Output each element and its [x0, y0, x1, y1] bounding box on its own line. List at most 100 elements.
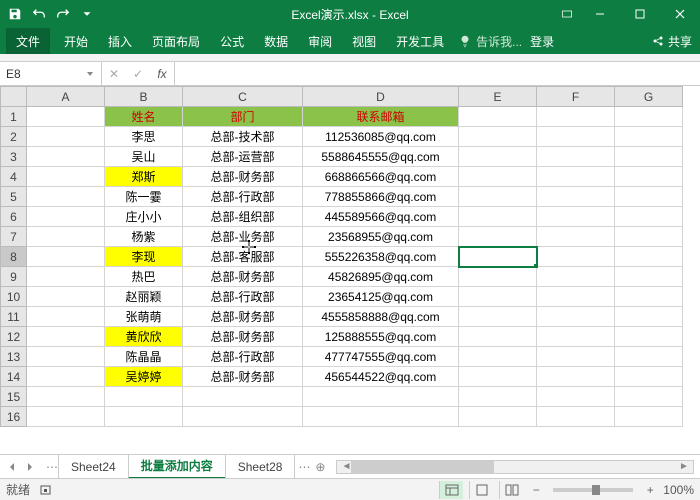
row-header-12[interactable]: 12 [1, 327, 27, 347]
active-cell[interactable] [459, 247, 537, 267]
cell-email[interactable]: 125888555@qq.com [303, 327, 459, 347]
zoom-in-button[interactable]: + [643, 483, 657, 497]
cell-name[interactable]: 杨紫 [105, 227, 183, 247]
view-layout-icon[interactable] [469, 481, 493, 499]
cell-name[interactable]: 庄小小 [105, 207, 183, 227]
fx-icon[interactable]: fx [150, 67, 174, 81]
col-header-B[interactable]: B [105, 87, 183, 107]
horizontal-scrollbar[interactable]: ◄ ► [336, 460, 694, 474]
cell-email[interactable]: 5588645555@qq.com [303, 147, 459, 167]
sheet-more-left[interactable]: ⋯ [46, 460, 58, 474]
ribbon-options-icon[interactable] [554, 0, 580, 28]
maximize-button[interactable] [620, 0, 660, 28]
col-header-G[interactable]: G [615, 87, 683, 107]
tab-3[interactable]: 公式 [210, 28, 254, 54]
sheet-tab-0[interactable]: Sheet24 [58, 455, 129, 479]
row-header-9[interactable]: 9 [1, 267, 27, 287]
undo-icon[interactable] [28, 3, 50, 25]
view-pagebreak-icon[interactable] [499, 481, 523, 499]
zoom-out-button[interactable]: − [529, 483, 543, 497]
cell-dept[interactable]: 总部-财务部 [183, 327, 303, 347]
row-header-11[interactable]: 11 [1, 307, 27, 327]
tab-4[interactable]: 数据 [254, 28, 298, 54]
select-all-corner[interactable] [1, 87, 27, 107]
macro-record-icon[interactable] [40, 483, 54, 497]
cell-email[interactable]: 445589566@qq.com [303, 207, 459, 227]
sheet-tab-1[interactable]: 批量添加内容 [128, 455, 226, 479]
cell-email[interactable] [303, 387, 459, 407]
row-header-16[interactable]: 16 [1, 407, 27, 427]
cell-email[interactable]: 23568955@qq.com [303, 227, 459, 247]
row-header-14[interactable]: 14 [1, 367, 27, 387]
tab-0[interactable]: 开始 [54, 28, 98, 54]
tab-7[interactable]: 开发工具 [386, 28, 454, 54]
col-header-C[interactable]: C [183, 87, 303, 107]
scrollbar-thumb[interactable] [351, 461, 493, 473]
cancel-icon[interactable]: ✕ [102, 67, 126, 81]
cell-email[interactable]: 778855866@qq.com [303, 187, 459, 207]
tab-5[interactable]: 审阅 [298, 28, 342, 54]
col-header-A[interactable]: A [27, 87, 105, 107]
row-header-6[interactable]: 6 [1, 207, 27, 227]
cell-email[interactable]: 23654125@qq.com [303, 287, 459, 307]
zoom-slider[interactable] [553, 488, 633, 492]
cell-email[interactable]: 4555858888@qq.com [303, 307, 459, 327]
row-header-8[interactable]: 8 [1, 247, 27, 267]
row-header-1[interactable]: 1 [1, 107, 27, 127]
cell-name[interactable]: 热巴 [105, 267, 183, 287]
cell-dept[interactable]: 总部-财务部 [183, 267, 303, 287]
cell-name[interactable]: 吴婷婷 [105, 367, 183, 387]
col-header-E[interactable]: E [459, 87, 537, 107]
cell-dept[interactable]: 总部-业务部 [183, 227, 303, 247]
sheet-more-right[interactable]: ⋯ [298, 460, 310, 474]
close-button[interactable] [660, 0, 700, 28]
row-header-7[interactable]: 7 [1, 227, 27, 247]
row-header-5[interactable]: 5 [1, 187, 27, 207]
tab-file[interactable]: 文件 [6, 28, 50, 54]
row-header-4[interactable]: 4 [1, 167, 27, 187]
tell-me[interactable]: 告诉我... [458, 28, 522, 54]
cell-dept[interactable]: 总部-行政部 [183, 347, 303, 367]
sheet-next-icon[interactable] [22, 459, 38, 475]
row-header-2[interactable]: 2 [1, 127, 27, 147]
cell-dept[interactable]: 总部-组织部 [183, 207, 303, 227]
login-button[interactable]: 登录 [522, 28, 562, 54]
tab-2[interactable]: 页面布局 [142, 28, 210, 54]
sheet-prev-icon[interactable] [4, 459, 20, 475]
cell-dept[interactable]: 总部-行政部 [183, 287, 303, 307]
cell-email[interactable] [303, 407, 459, 427]
cell-dept[interactable]: 总部-客服部 [183, 247, 303, 267]
save-icon[interactable] [4, 3, 26, 25]
cell-dept[interactable]: 总部-运营部 [183, 147, 303, 167]
minimize-button[interactable] [580, 0, 620, 28]
cell-name[interactable]: 陈晶晶 [105, 347, 183, 367]
redo-icon[interactable] [52, 3, 74, 25]
cell-dept[interactable] [183, 387, 303, 407]
cell-email[interactable]: 668866566@qq.com [303, 167, 459, 187]
col-header-D[interactable]: D [303, 87, 459, 107]
cell-dept[interactable]: 总部-技术部 [183, 127, 303, 147]
cell-name[interactable]: 吴山 [105, 147, 183, 167]
cell-email[interactable]: 45826895@qq.com [303, 267, 459, 287]
cell-name[interactable]: 李现 [105, 247, 183, 267]
sheet-tab-2[interactable]: Sheet28 [225, 455, 296, 479]
add-sheet-button[interactable]: ⊕ [310, 460, 330, 474]
row-header-13[interactable]: 13 [1, 347, 27, 367]
row-header-10[interactable]: 10 [1, 287, 27, 307]
share-button[interactable]: 共享 [644, 28, 700, 54]
row-header-15[interactable]: 15 [1, 387, 27, 407]
cell-name[interactable]: 赵丽颖 [105, 287, 183, 307]
formula-input[interactable] [175, 62, 700, 85]
tab-1[interactable]: 插入 [98, 28, 142, 54]
cell-dept[interactable]: 总部-财务部 [183, 167, 303, 187]
cell-name[interactable]: 黄欣欣 [105, 327, 183, 347]
cell-name[interactable]: 郑斯 [105, 167, 183, 187]
cell-dept[interactable] [183, 407, 303, 427]
cell-email[interactable]: 456544522@qq.com [303, 367, 459, 387]
cell-email[interactable]: 477747555@qq.com [303, 347, 459, 367]
cell-name[interactable] [105, 387, 183, 407]
grid[interactable]: ABCDEFG1姓名部门联系邮箱2李思总部-技术部112536085@qq.co… [0, 86, 700, 454]
name-box[interactable]: E8 [0, 62, 102, 85]
cell-email[interactable]: 555226358@qq.com [303, 247, 459, 267]
cell-name[interactable] [105, 407, 183, 427]
